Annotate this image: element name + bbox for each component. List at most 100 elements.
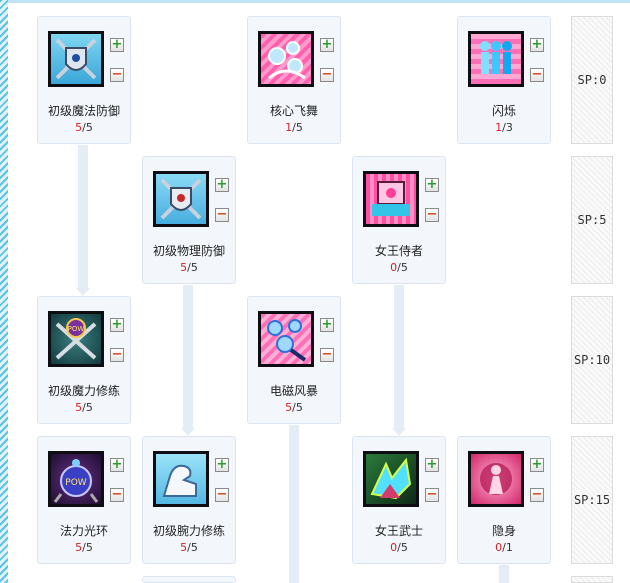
skill-card-basic-magic-defense[interactable]: + − 初级魔法防御 5/5 — [37, 16, 131, 144]
skill-icon-frame — [258, 311, 314, 367]
skill-card-stealth[interactable]: + − 隐身 0/1 — [457, 436, 551, 564]
skill-card-mana-aura[interactable]: POW + − 法力光环 5/5 — [37, 436, 131, 564]
skill-card-electromagnetic-storm[interactable]: + − 电磁风暴 5/5 — [247, 296, 341, 424]
skill-name: 核心飞舞 — [269, 104, 318, 118]
skill-card-basic-magic-training[interactable]: POW + − 初级魔力修练 5/5 — [37, 296, 131, 424]
skill-name: 女王武士 — [374, 524, 423, 538]
add-point-button[interactable]: + — [425, 178, 439, 192]
skill-level-max: 5 — [400, 261, 408, 274]
skill-name: 女王侍者 — [374, 244, 423, 258]
page-top-border — [8, 0, 630, 3]
add-point-button[interactable]: + — [215, 178, 229, 192]
prereq-arrow — [76, 288, 90, 296]
skill-level: 1/3 — [458, 121, 550, 134]
skill-name: 电磁风暴 — [269, 384, 318, 398]
page-left-border — [0, 0, 8, 583]
remove-point-button[interactable]: − — [530, 488, 544, 502]
sp-requirement-label: SP:0 — [571, 16, 613, 144]
svg-text:POW: POW — [68, 325, 85, 333]
add-point-button[interactable]: + — [320, 318, 334, 332]
remove-point-button[interactable]: − — [110, 488, 124, 502]
skill-level: 5/5 — [143, 541, 235, 554]
skill-name: 初级腕力修练 — [152, 524, 225, 538]
electric-orbs-icon[interactable] — [261, 314, 311, 364]
remove-point-button[interactable]: − — [425, 488, 439, 502]
skill-icon-frame — [363, 171, 419, 227]
skill-level: 5/5 — [143, 261, 235, 274]
skill-icon-frame — [468, 451, 524, 507]
sp-requirement-box-partial — [571, 576, 613, 583]
skill-icon-frame — [153, 171, 209, 227]
prereq-connector — [183, 285, 193, 431]
prereq-arrow — [392, 428, 406, 436]
add-point-button[interactable]: + — [110, 318, 124, 332]
prereq-connector — [78, 145, 88, 291]
remove-point-button[interactable]: − — [215, 208, 229, 222]
skill-level-max: 5 — [190, 261, 198, 274]
add-point-button[interactable]: + — [530, 38, 544, 52]
skill-level-max: 1 — [505, 541, 513, 554]
skill-card-queen-attendant[interactable]: + − 女王侍者 0/5 — [352, 156, 446, 284]
skill-card-basic-physical-defense[interactable]: + − 初级物理防御 5/5 — [142, 156, 236, 284]
add-point-button[interactable]: + — [215, 458, 229, 472]
afterimage-figure-icon[interactable] — [471, 34, 521, 84]
skill-level: 5/5 — [38, 541, 130, 554]
skill-card-core-flying-dance[interactable]: + − 核心飞舞 1/5 — [247, 16, 341, 144]
skill-name: 初级魔力修练 — [47, 384, 120, 398]
skill-level: 5/5 — [38, 401, 130, 414]
skill-name: 初级物理防御 — [152, 244, 225, 258]
skill-level-max: 5 — [190, 541, 198, 554]
svg-text:POW: POW — [65, 478, 87, 488]
sp-requirement-label: SP:15 — [571, 436, 613, 564]
add-point-button[interactable]: + — [425, 458, 439, 472]
skill-level-max: 3 — [505, 121, 513, 134]
skill-icon-frame — [363, 451, 419, 507]
add-point-button[interactable]: + — [530, 458, 544, 472]
sp-requirement-label: SP:5 — [571, 156, 613, 284]
prereq-arrow — [181, 428, 195, 436]
remove-point-button[interactable]: − — [530, 68, 544, 82]
pow-crossed-swords-icon[interactable]: POW — [51, 314, 101, 364]
skill-card-partial[interactable] — [142, 576, 236, 583]
skill-level: 1/5 — [248, 121, 340, 134]
prereq-connector — [394, 285, 404, 431]
add-point-button[interactable]: + — [110, 458, 124, 472]
skill-level: 5/5 — [38, 121, 130, 134]
skill-name: 隐身 — [491, 524, 516, 538]
skill-name: 初级魔法防御 — [47, 104, 120, 118]
prereq-connector — [499, 565, 509, 583]
remove-point-button[interactable]: − — [320, 68, 334, 82]
remove-point-button[interactable]: − — [110, 68, 124, 82]
skill-level: 0/5 — [353, 541, 445, 554]
skill-card-queen-warrior[interactable]: + − 女王武士 0/5 — [352, 436, 446, 564]
skill-icon-frame — [468, 31, 524, 87]
flexed-arm-icon[interactable] — [156, 454, 206, 504]
shield-crossed-swords-icon[interactable] — [156, 174, 206, 224]
skill-card-basic-arm-training[interactable]: + − 初级腕力修练 5/5 — [142, 436, 236, 564]
skill-level: 5/5 — [248, 401, 340, 414]
prereq-connector — [289, 425, 299, 583]
queen-warrior-icon[interactable] — [366, 454, 416, 504]
skill-name: 闪烁 — [491, 104, 516, 118]
skill-level-max: 5 — [295, 121, 303, 134]
add-point-button[interactable]: + — [320, 38, 334, 52]
skill-level: 0/1 — [458, 541, 550, 554]
remove-point-button[interactable]: − — [215, 488, 229, 502]
hidden-figure-icon[interactable] — [471, 454, 521, 504]
add-point-button[interactable]: + — [110, 38, 124, 52]
skill-card-flash[interactable]: + − 闪烁 1/3 — [457, 16, 551, 144]
remove-point-button[interactable]: − — [425, 208, 439, 222]
swirling-orbs-icon[interactable] — [261, 34, 311, 84]
pow-orb-icon[interactable]: POW — [51, 454, 101, 504]
skill-icon-frame: POW — [48, 311, 104, 367]
shield-crossed-swords-icon[interactable] — [51, 34, 101, 84]
skill-level-max: 5 — [400, 541, 408, 554]
skill-level-max: 5 — [85, 401, 93, 414]
skill-icon-frame: POW — [48, 451, 104, 507]
skill-name: 法力光环 — [59, 524, 108, 538]
remove-point-button[interactable]: − — [110, 348, 124, 362]
skill-level: 0/5 — [353, 261, 445, 274]
pink-throne-icon[interactable] — [366, 174, 416, 224]
remove-point-button[interactable]: − — [320, 348, 334, 362]
skill-level-max: 5 — [85, 541, 93, 554]
